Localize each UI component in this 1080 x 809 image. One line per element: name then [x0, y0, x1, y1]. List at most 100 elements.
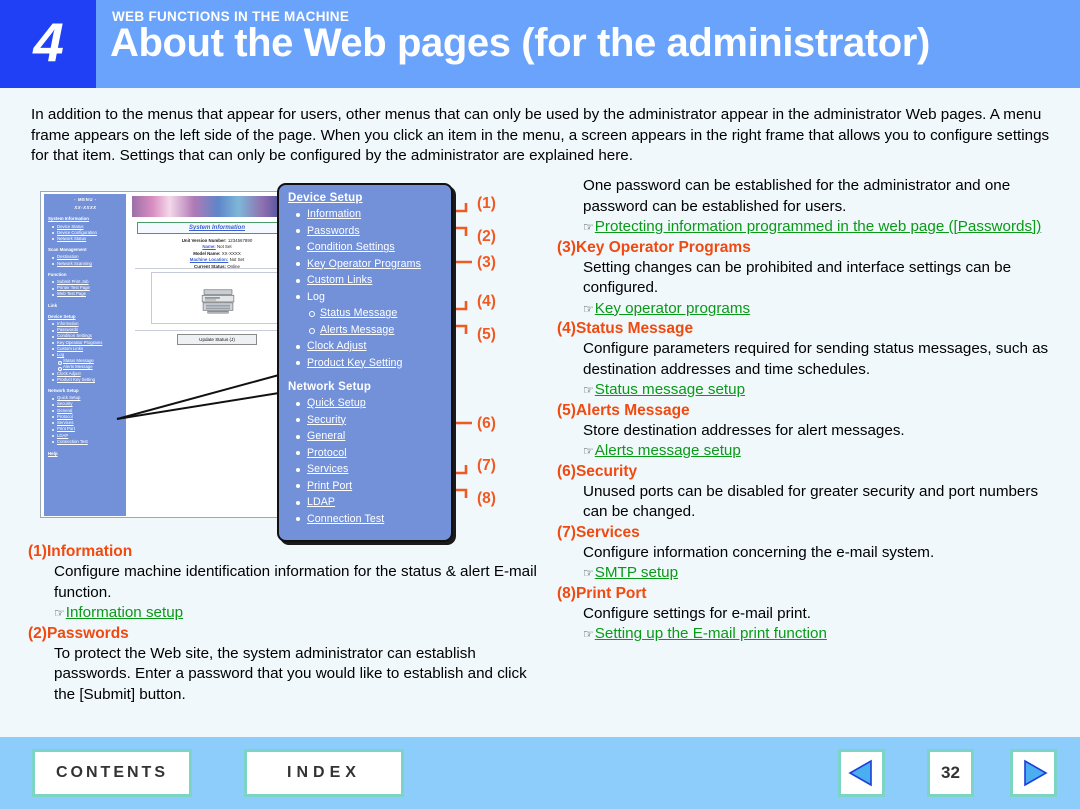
menu-item-print-port[interactable]: Print Port	[294, 478, 451, 495]
callout-number-5: (5)	[477, 326, 496, 343]
xref-link-status-message-setup[interactable]: Status message setup	[595, 381, 745, 398]
next-page-button[interactable]	[1010, 749, 1057, 797]
pointing-hand-icon: ☞	[583, 444, 594, 458]
triangle-left-icon	[847, 759, 872, 787]
menu-item-information[interactable]: Information	[294, 206, 451, 223]
section-heading-2: (2)Passwords	[28, 624, 548, 643]
menu-item-general[interactable]: General	[294, 428, 451, 445]
menu-item-security[interactable]: Security	[294, 412, 451, 429]
section-title-7: Services	[575, 523, 640, 541]
xref-link-email-print-function[interactable]: Setting up the E-mail print function	[595, 625, 827, 642]
left-text-column: (1)Information Configure machine identif…	[28, 542, 548, 705]
pointing-hand-icon: ☞	[583, 627, 594, 641]
menu-item-status-message[interactable]: Status Message	[294, 305, 451, 322]
browser-list-system-information: Device Status Device Configuration Netwo…	[48, 224, 123, 243]
page-root: 4 WEB FUNCTIONS IN THE MACHINE About the…	[0, 0, 1080, 809]
triangle-right-icon	[1023, 759, 1048, 787]
browser-menu-frame: - MENU - XX-XXXX System Information Devi…	[44, 194, 126, 516]
section-xref-4: ☞Status message setup	[583, 380, 1057, 401]
chapter-number-box: 4	[0, 0, 96, 88]
callout-number-3: (3)	[477, 254, 496, 271]
update-status-button[interactable]: Update Status (J)	[177, 334, 257, 345]
pointing-hand-icon: ☞	[54, 606, 65, 620]
browser-content-frame: System Information Unit Version Number: …	[129, 194, 304, 515]
xref-link-information-setup[interactable]: Information setup	[66, 604, 183, 621]
chapter-number: 4	[33, 10, 64, 73]
section-heading-1: (1)Information	[28, 542, 548, 561]
section-body-4: Configure parameters required for sendin…	[583, 340, 1049, 378]
browser-list-function: Submit Print Job Printer Test Page Web T…	[48, 279, 123, 298]
list-item[interactable]: Product Key Setting	[52, 377, 123, 383]
menu-item-custom-links[interactable]: Custom Links	[294, 272, 451, 289]
list-item[interactable]: Network Status	[52, 236, 123, 242]
section-heading-8: (8)Print Port	[557, 584, 1057, 603]
section-title-4: Status Message	[575, 320, 694, 337]
section-number-7: (7)	[557, 523, 576, 541]
section-number-3: (3)	[557, 238, 576, 256]
pointing-hand-icon: ☞	[583, 220, 594, 234]
xref-link-protecting-information[interactable]: Protecting information programmed in the…	[595, 217, 1042, 238]
page-footer: CONTENTS INDEX 32	[0, 737, 1080, 809]
field-row: Current Status: Online	[194, 263, 240, 269]
browser-menu-model: XX-XXXX	[74, 205, 97, 211]
page-number: 32	[927, 749, 974, 797]
browser-group-network-setup: Network Setup	[48, 388, 79, 394]
list-item[interactable]: Web Test Page	[52, 291, 123, 297]
menu-item-key-operator-programs[interactable]: Key Operator Programs	[294, 256, 451, 273]
section-xref-3: ☞Key operator programs	[583, 299, 1057, 320]
section-body-6: Unused ports can be disabled for greater…	[583, 482, 1039, 521]
section-heading-7: (7)Services	[557, 523, 1057, 542]
section-body-5: Store destination addresses for alert me…	[583, 421, 905, 439]
section-xref-2: ☞Protecting information programmed in th…	[583, 217, 1057, 238]
page-title: About the Web pages (for the administrat…	[110, 21, 930, 65]
section-heading-5: (5)Alerts Message	[557, 401, 1057, 420]
browser-group-link: Link	[48, 302, 58, 308]
index-button[interactable]: INDEX	[244, 749, 404, 797]
browser-help-link[interactable]: Help	[48, 451, 123, 457]
right-text-column: One password can be established for the …	[557, 176, 1057, 645]
pointing-hand-icon: ☞	[583, 301, 594, 316]
section-heading-6: (6)Security	[557, 462, 1057, 481]
callout-number-7: (7)	[477, 457, 496, 474]
menu-item-log: Log	[294, 289, 451, 306]
section-body-8: Configure settings for e-mail print.	[583, 604, 811, 622]
menu-item-ldap[interactable]: LDAP	[294, 494, 451, 511]
list-item[interactable]: Network Scanning	[52, 261, 123, 267]
browser-list-scan-management: Destination Network Scanning	[48, 254, 123, 266]
callout-number-6: (6)	[477, 415, 496, 432]
browser-group-function: Function	[48, 271, 67, 277]
list-item[interactable]: Connection Test	[52, 439, 123, 445]
section-number-1: (1)	[28, 543, 47, 560]
divider	[135, 330, 299, 331]
previous-page-button[interactable]	[838, 749, 885, 797]
menu-item-passwords[interactable]: Passwords	[294, 223, 451, 240]
menu-item-quick-setup[interactable]: Quick Setup	[294, 395, 451, 412]
browser-menu-title: - MENU -	[74, 197, 97, 202]
section-number-4: (4)	[557, 320, 576, 337]
menu-item-protocol[interactable]: Protocol	[294, 445, 451, 462]
section-xref-8: ☞Setting up the E-mail print function	[583, 624, 1057, 645]
menu-item-condition-settings[interactable]: Condition Settings	[294, 239, 451, 256]
menu-item-clock-adjust[interactable]: Clock Adjust	[294, 338, 451, 355]
zoom-group-network-setup: Network Setup	[288, 381, 372, 393]
menu-item-alerts-message[interactable]: Alerts Message	[294, 322, 451, 339]
zoomed-menu-panel: Device Setup Information Passwords Condi…	[277, 183, 453, 542]
contents-button[interactable]: CONTENTS	[32, 749, 192, 797]
xref-link-alerts-message-setup[interactable]: Alerts message setup	[595, 442, 741, 459]
divider	[135, 268, 299, 269]
xref-link-smtp-setup[interactable]: SMTP setup	[595, 564, 678, 581]
xref-link-key-operator-programs[interactable]: Key operator programs	[595, 300, 750, 317]
section-body-3: Setting changes can be prohibited and in…	[583, 258, 1012, 297]
section-title-2: Passwords	[46, 624, 129, 642]
browser-group-system-information: System Information	[48, 216, 89, 222]
zoom-list-device-setup: Information Passwords Condition Settings…	[288, 206, 451, 371]
menu-item-services[interactable]: Services	[294, 461, 451, 478]
section-title-5: Alerts Message	[575, 401, 690, 419]
pointing-hand-icon: ☞	[583, 566, 594, 580]
section-title-6: Security	[575, 462, 638, 480]
section-body-2-continued: One password can be established for the …	[583, 177, 1011, 215]
section-body-2: To protect the Web site, the system admi…	[54, 644, 527, 703]
menu-item-connection-test[interactable]: Connection Test	[294, 511, 451, 528]
menu-item-product-key-setting[interactable]: Product Key Setting	[294, 355, 451, 372]
callout-number-2: (2)	[477, 228, 496, 245]
